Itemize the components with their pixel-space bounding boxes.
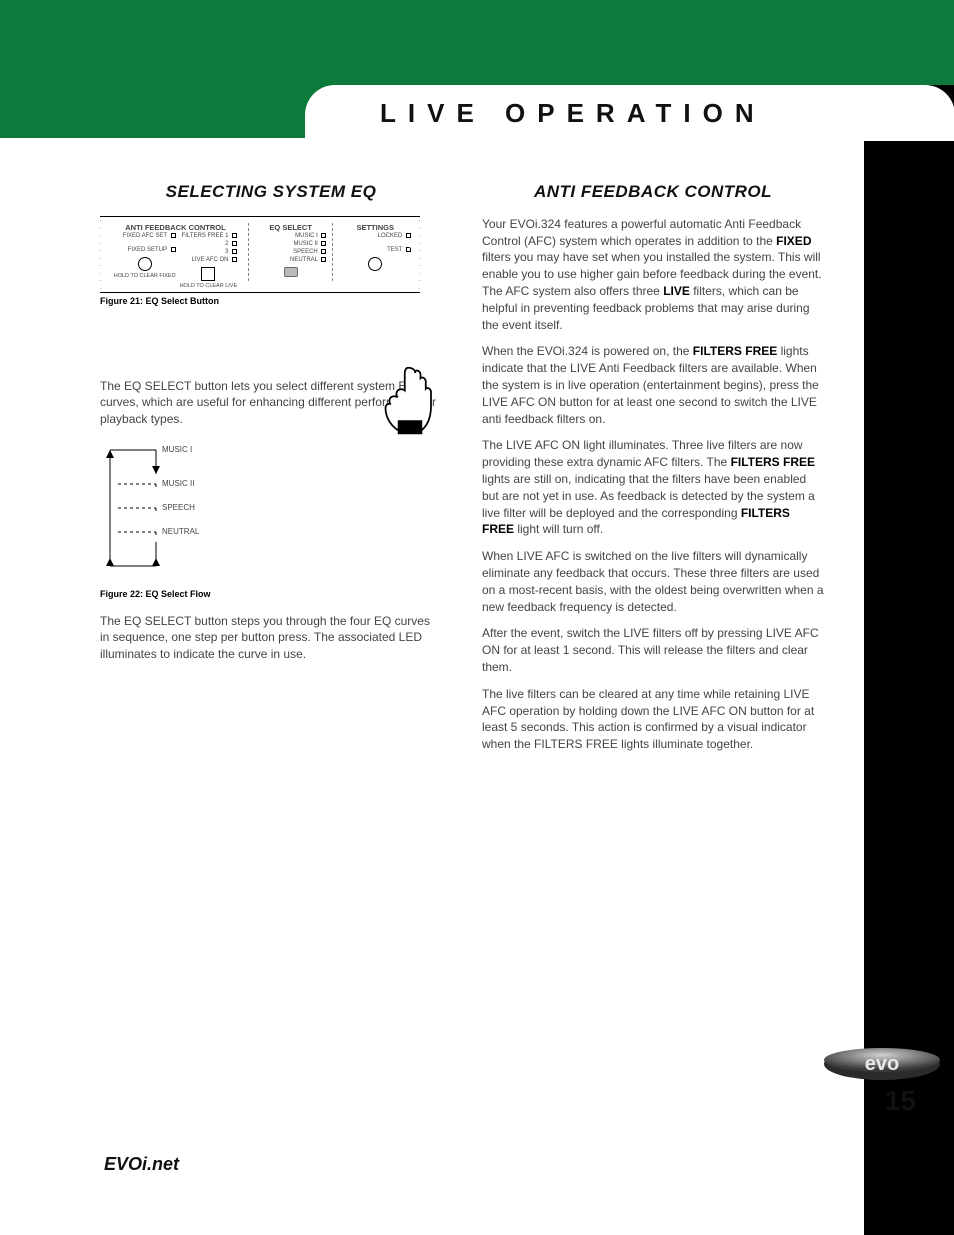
evo-logo: evo bbox=[822, 1043, 942, 1085]
footer-url: EVOi.net bbox=[104, 1154, 179, 1175]
flow-speech: SPEECH bbox=[162, 502, 195, 513]
panel-label-eq: EQ SELECT bbox=[255, 223, 327, 234]
right-p5: After the event, switch the LIVE filters… bbox=[482, 625, 824, 675]
panel-label-settings: SETTINGS bbox=[339, 223, 411, 234]
left-column: SELECTING SYSTEM EQ ANTI FEEDBACK CONTRO… bbox=[100, 180, 442, 763]
flow-neutral: NEUTRAL bbox=[162, 526, 199, 537]
filters-free-label-2: FILTERS FREE bbox=[731, 455, 815, 469]
flow-music1: MUSIC I bbox=[162, 444, 192, 455]
right-p1: Your EVOi.324 features a powerful automa… bbox=[482, 216, 824, 334]
figure-panel: ANTI FEEDBACK CONTROL FIXED AFC SET FIXE… bbox=[100, 216, 420, 293]
svg-text:evo: evo bbox=[865, 1053, 899, 1075]
flow-music2: MUSIC II bbox=[162, 478, 194, 489]
eq-flow-diagram: MUSIC I MUSIC II SPEECH NEUTRAL bbox=[100, 438, 170, 578]
page-number: 15 bbox=[885, 1085, 916, 1117]
right-p6: The live filters can be cleared at any t… bbox=[482, 686, 824, 753]
page-title: LIVE OPERATION bbox=[380, 98, 766, 129]
left-heading: SELECTING SYSTEM EQ bbox=[100, 180, 442, 204]
right-p4: When LIVE AFC is switched on the live fi… bbox=[482, 548, 824, 615]
pointing-hand-icon bbox=[380, 366, 440, 436]
filters-free-label-1: FILTERS FREE bbox=[693, 344, 777, 358]
right-p3: The LIVE AFC ON light illuminates. Three… bbox=[482, 437, 824, 538]
panel-label-afc: ANTI FEEDBACK CONTROL bbox=[109, 223, 242, 234]
left-p2: The EQ SELECT button steps you through t… bbox=[100, 613, 442, 663]
fixed-setup-button-icon bbox=[138, 257, 152, 271]
right-heading: ANTI FEEDBACK CONTROL bbox=[482, 180, 824, 204]
right-p2: When the EVOi.324 is powered on, the FIL… bbox=[482, 343, 824, 427]
content-area: SELECTING SYSTEM EQ ANTI FEEDBACK CONTRO… bbox=[0, 140, 864, 1235]
test-button-icon bbox=[368, 257, 382, 271]
eq-select-button-icon bbox=[284, 267, 298, 277]
right-column: ANTI FEEDBACK CONTROL Your EVOi.324 feat… bbox=[482, 180, 824, 763]
figure-22-caption: Figure 22: EQ Select Flow bbox=[100, 588, 442, 601]
figure-21-caption: Figure 21: EQ Select Button bbox=[100, 295, 442, 308]
live-afc-button-icon bbox=[201, 267, 215, 281]
